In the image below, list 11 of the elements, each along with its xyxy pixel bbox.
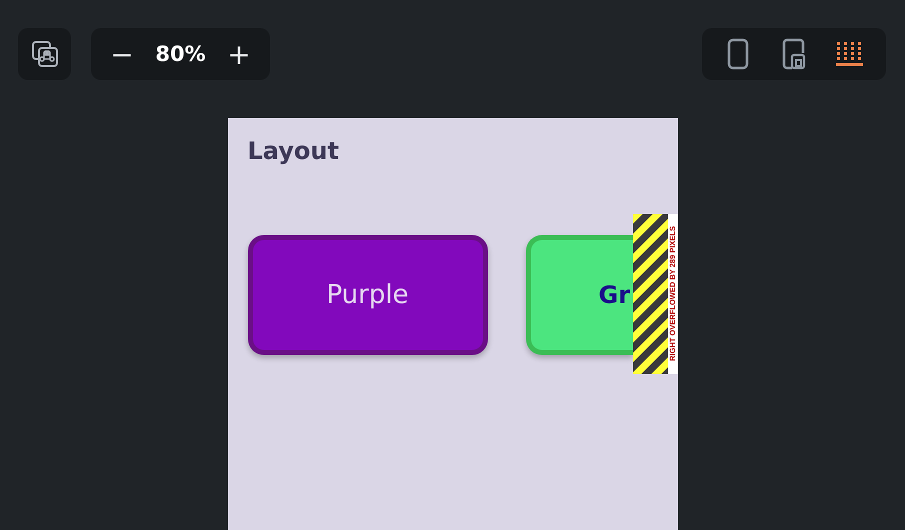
rounded-button[interactable]: Gr [526, 235, 632, 355]
zoom-level: 80% [155, 42, 206, 66]
dotted-grid-icon [836, 41, 864, 67]
command-button[interactable] [18, 28, 71, 80]
screen-title: Layout [246, 136, 340, 167]
rounded-button[interactable]: Purple [248, 235, 488, 355]
devices-icon [782, 38, 806, 70]
zoom-out-button[interactable]: − [99, 34, 145, 74]
zoom-in-button[interactable]: + [216, 34, 262, 74]
phone-icon [727, 38, 749, 70]
command-icon [30, 40, 58, 68]
